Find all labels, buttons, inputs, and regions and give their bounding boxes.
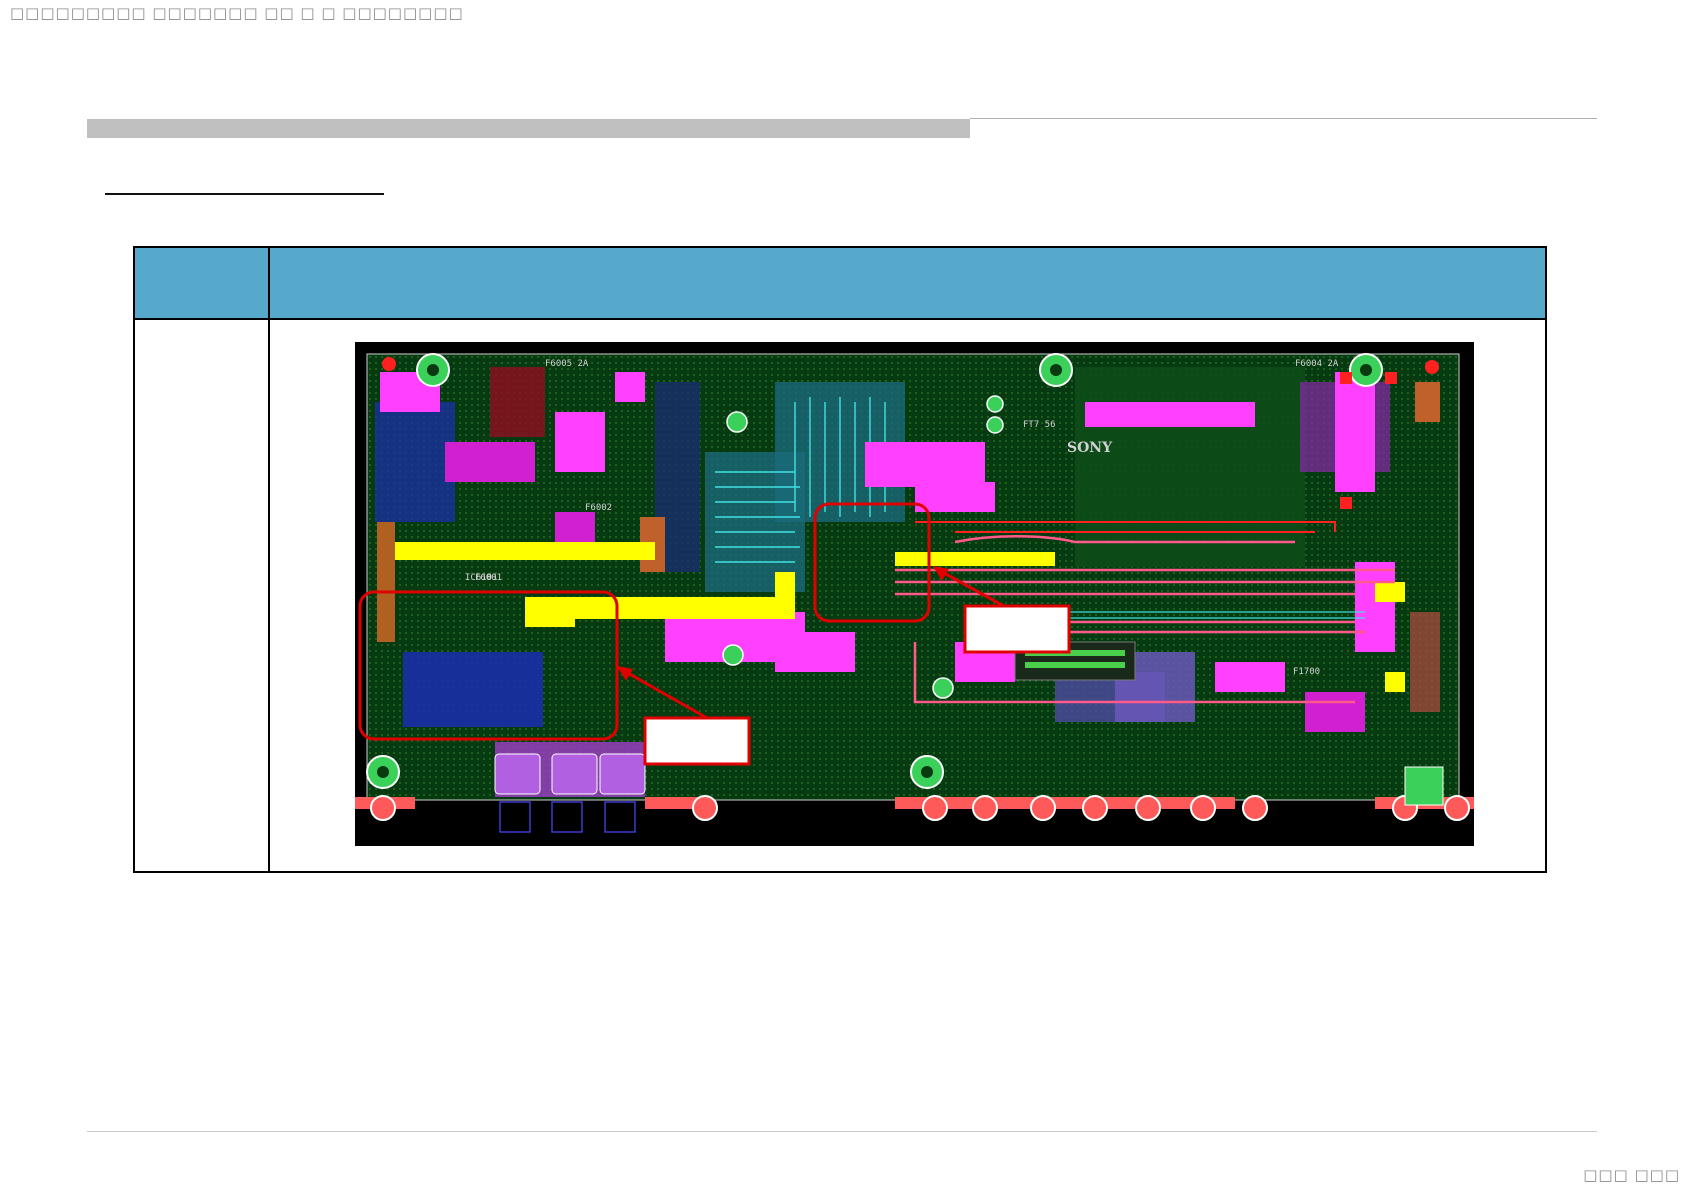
silk-ref-top-right: F6004 2A bbox=[1295, 359, 1339, 369]
table-column-divider bbox=[268, 248, 270, 871]
title-rule bbox=[970, 118, 1597, 119]
silk-ref-lower-right: F1700 bbox=[1293, 667, 1320, 677]
silk-ref-small: FT7 56 bbox=[1023, 420, 1056, 430]
callout-box-right bbox=[963, 604, 1071, 654]
title-bar bbox=[87, 119, 970, 138]
silk-ref-lower-left: IC6101 bbox=[465, 573, 498, 583]
footer-rule bbox=[87, 1131, 1597, 1132]
callout-box-left bbox=[643, 716, 751, 766]
silk-brand: SONY bbox=[1067, 440, 1113, 456]
silk-ref-top-left: F6005 2A bbox=[545, 359, 589, 369]
footer-text: □□□ □□□ bbox=[1583, 1166, 1680, 1184]
table-header-row bbox=[135, 248, 1545, 320]
silk-ref-mid: F6002 bbox=[585, 503, 612, 513]
pcb-layout-image: F6005 2A F6004 2A F6001 F6002 IC6101 F17… bbox=[355, 342, 1474, 846]
section-underline bbox=[105, 193, 384, 195]
header-text: □□□□□□□□□ □□□□□□□ □□ □ □ □□□□□□□□ bbox=[10, 4, 464, 22]
